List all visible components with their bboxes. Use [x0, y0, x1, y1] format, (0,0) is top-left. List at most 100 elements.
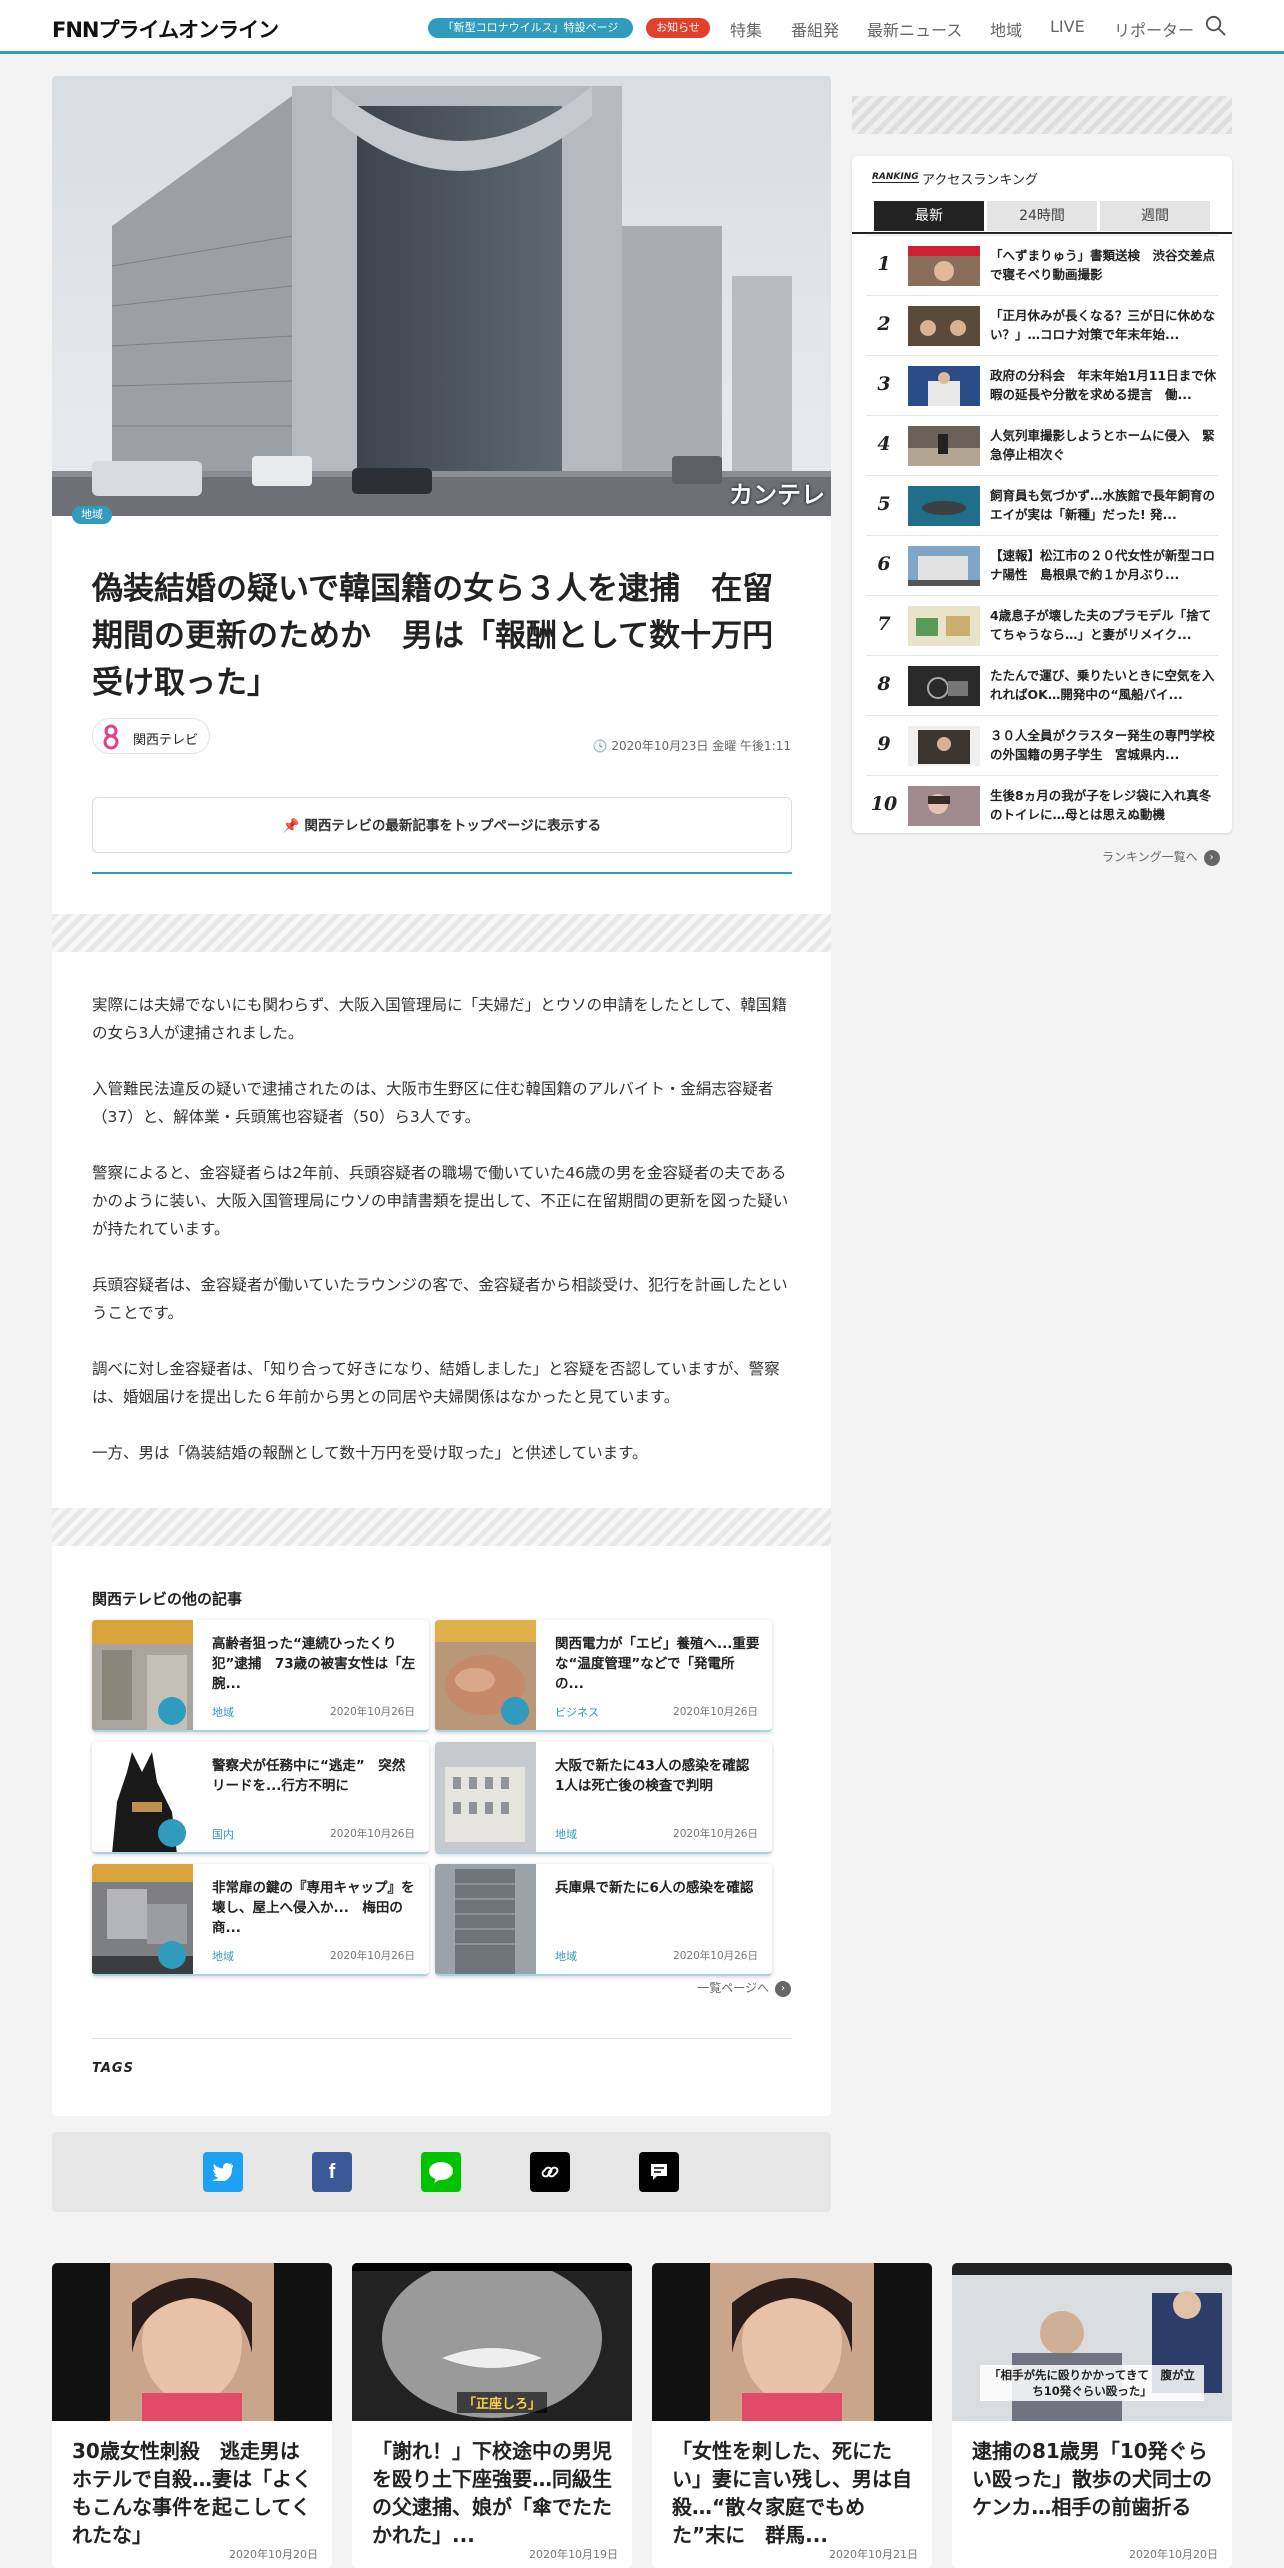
- recommended-card[interactable]: 30歳女性刺殺 逃走男はホテルで自殺…妻は「よくもこんな事件を起こしてくれたな」…: [52, 2263, 332, 2568]
- card-title: 逮捕の81歳男「10発ぐらい殴った」散歩の犬同士のケンカ…相手の前歯折る: [972, 2439, 1212, 2519]
- publish-date: 🕓 2020年10月23日 金曜 午後1:11: [592, 739, 791, 753]
- ranking-title: 飼育員も気づかず…水族館で長年飼育のエイが実は「新種」だった! 発...: [990, 488, 1216, 522]
- tab-24h[interactable]: 24時間: [987, 201, 1097, 231]
- nav-programs[interactable]: 番組発: [791, 17, 839, 41]
- ranking-item[interactable]: 4 人気列車撮影しようとホームに侵入 緊急停止相次ぐ: [866, 415, 1218, 475]
- watermark: カンテレ: [729, 481, 825, 509]
- nav-feature[interactable]: 特集: [730, 17, 762, 41]
- thumbnail: 「相手が先に殴りかかってきて 腹が立ち10発ぐらい殴った」: [952, 2263, 1232, 2421]
- related-article-card[interactable]: 警察犬が任務中に“逃走” 突然リードを...行方不明に 国内 2020年10月2…: [92, 1742, 429, 1854]
- source-badge[interactable]: 関西テレビ: [92, 718, 210, 754]
- rank-number: 7: [877, 613, 891, 635]
- category-badge[interactable]: 地域: [72, 506, 112, 524]
- thumbnail: [908, 666, 980, 706]
- thumbnail: [908, 246, 980, 286]
- article-hero-image: カンテレ: [52, 76, 831, 516]
- ranking-item[interactable]: 10 生後8ヵ月の我が子をレジ袋に入れ真冬のトイレに…母とは思えぬ動機: [866, 775, 1218, 835]
- related-title: 関西電力が「エビ」養殖へ...重要な“温度管理”などで「発電所の...: [555, 1636, 760, 1692]
- ranking-title: 【速報】松江市の２０代女性が新型コロナ陽性 島根県で約１か月ぶり...: [990, 548, 1216, 582]
- nav-latest-news[interactable]: 最新ニュース: [867, 17, 962, 41]
- tab-weekly[interactable]: 週間: [1100, 201, 1210, 231]
- related-category[interactable]: 地域: [212, 1704, 234, 1720]
- ranking-title: 生後8ヵ月の我が子をレジ袋に入れ真冬のトイレに…母とは思えぬ動機: [990, 788, 1212, 822]
- related-date: 2020年10月26日: [330, 1828, 415, 1840]
- rank-number: 4: [877, 433, 891, 455]
- ranking-item[interactable]: 3 政府の分科会 年末年始1月11日まで休暇の延長や分散を求める提言 働...: [866, 355, 1218, 415]
- related-date: 2020年10月26日: [330, 1950, 415, 1962]
- card-date: 2020年10月19日: [529, 2548, 618, 2561]
- video-icon: [158, 1819, 186, 1847]
- facebook-icon[interactable]: f: [312, 2152, 352, 2192]
- rank-number: 10: [870, 793, 898, 815]
- rank-number: 6: [877, 553, 891, 575]
- related-title: 兵庫県で新たに6人の感染を確認: [555, 1880, 754, 1896]
- ranking-item[interactable]: 7 4歳息子が壊した夫のプラモデル「捨ててちゃうなら…」と妻がリメイク...: [866, 595, 1218, 655]
- notice-link[interactable]: お知らせ: [646, 18, 710, 38]
- thumbnail: 「正座しろ」: [352, 2263, 632, 2421]
- nav-region[interactable]: 地域: [990, 17, 1022, 41]
- related-more-link[interactable]: 一覧ページへ ›: [697, 1979, 791, 1997]
- ranking-title: 4歳息子が壊した夫のプラモデル「捨ててちゃうなら…」と妻がリメイク...: [990, 608, 1212, 642]
- link-icon[interactable]: [530, 2152, 570, 2192]
- thumbnail: [908, 546, 980, 586]
- rank-number: 5: [877, 493, 891, 515]
- arrow-right-icon: ›: [775, 1980, 791, 1997]
- rank-number: 8: [877, 673, 891, 695]
- ranking-badge: RANKING: [872, 172, 919, 183]
- ranking-item[interactable]: 1 「へずまりゅう」書類送検 渋谷交差点で寝そべり動画撮影: [866, 235, 1218, 295]
- nav-live[interactable]: LIVE: [1050, 17, 1085, 36]
- related-title: 高齢者狙った“連続ひったくり犯”逮捕 73歳の被害女性は「左腕...: [212, 1636, 416, 1692]
- ranking-item[interactable]: 6 【速報】松江市の２０代女性が新型コロナ陽性 島根県で約１か月ぶり...: [866, 535, 1218, 595]
- thumbnail: [908, 426, 980, 466]
- ranking-more-link[interactable]: ランキング一覧へ ›: [1102, 848, 1220, 866]
- recommended-card[interactable]: 「相手が先に殴りかかってきて 腹が立ち10発ぐらい殴った」 逮捕の81歳男「10…: [952, 2263, 1232, 2568]
- ad-placeholder: [852, 96, 1232, 134]
- ranking-item[interactable]: 2 「正月休みが長くなる？三が日に休めない？」…コロナ対策で年末年始...: [866, 295, 1218, 355]
- comment-icon[interactable]: [639, 2152, 679, 2192]
- related-category[interactable]: 地域: [555, 1826, 577, 1842]
- ranking-title: 政府の分科会 年末年始1月11日まで休暇の延長や分散を求める提言 働...: [990, 368, 1217, 402]
- related-article-card[interactable]: 非常扉の鍵の『専用キャップ』を壊し、屋上へ侵入か... 梅田の商... 地域 2…: [92, 1864, 429, 1976]
- article-title: 偽装結婚の疑いで韓国籍の女ら３人を逮捕 在留期間の更新のためか 男は「報酬として…: [92, 571, 774, 701]
- access-ranking: RANKING アクセスランキング 最新 24時間 週間 1 「へずまりゅう」書類…: [852, 156, 1232, 833]
- related-article-card[interactable]: 高齢者狙った“連続ひったくり犯”逮捕 73歳の被害女性は「左腕... 地域 20…: [92, 1620, 429, 1732]
- video-icon: [158, 1697, 186, 1725]
- divider: [92, 2038, 792, 2039]
- related-article-card[interactable]: 大阪で新たに43人の感染を確認 1人は死亡後の検査で判明 地域 2020年10月…: [435, 1742, 772, 1854]
- paragraph: 入管難民法違反の疑いで逮捕されたのは、大阪市生野区に住む韓国籍のアルバイト・金絹…: [92, 1080, 774, 1126]
- site-logo[interactable]: FNNプライムオンライン: [52, 14, 279, 44]
- recommended-card[interactable]: 「正座しろ」 「謝れ！」下校途中の男児を殴り土下座強要…同級生の父逮捕、娘が「傘…: [352, 2263, 632, 2568]
- nav-reporter[interactable]: リポーター: [1114, 17, 1194, 41]
- image-caption: 「正座しろ」: [457, 2392, 548, 2413]
- related-article-card[interactable]: 関西電力が「エビ」養殖へ...重要な“温度管理”などで「発電所の... ビジネス…: [435, 1620, 772, 1732]
- related-category[interactable]: 地域: [212, 1948, 234, 1964]
- thumbnail: [908, 306, 980, 346]
- card-title: 「謝れ！」下校途中の男児を殴り土下座強要…同級生の父逮捕、娘が「傘でたたかれた」…: [372, 2439, 612, 2547]
- card-date: 2020年10月21日: [829, 2548, 918, 2561]
- ranking-item[interactable]: 8 たたんで運び、乗りたいときに空気を入れればOK…開発中の“風船バイ...: [866, 655, 1218, 715]
- clock-icon: 🕓: [592, 739, 608, 753]
- ranking-item[interactable]: 9 ３０人全員がクラスター発生の専門学校の外国籍の男子学生 宮城県内...: [866, 715, 1218, 775]
- article-body: 実際には夫婦でないにも関わらず、大阪入国管理局に「夫婦だ」とウソの申請をしたとし…: [92, 991, 792, 1495]
- tab-latest[interactable]: 最新: [874, 201, 984, 231]
- pin-source-button[interactable]: 📌 関西テレビの最新記事をトップページに表示する: [92, 797, 792, 853]
- ranking-title: 「正月休みが長くなる？三が日に休めない？」…コロナ対策で年末年始...: [990, 308, 1216, 342]
- search-icon[interactable]: [1204, 14, 1227, 37]
- paragraph: 兵頭容疑者は、金容疑者が働いていたラウンジの客で、金容疑者から相談受け、犯行を計…: [92, 1276, 788, 1322]
- rank-number: 9: [877, 733, 891, 755]
- paragraph: 警察によると、金容疑者らは2年前、兵頭容疑者の職場で働いていた46歳の男を金容疑…: [92, 1164, 789, 1238]
- thumbnail: [52, 2263, 332, 2421]
- related-category[interactable]: 地域: [555, 1948, 577, 1964]
- thumbnail: [908, 486, 980, 526]
- twitter-icon[interactable]: [203, 2152, 243, 2192]
- paragraph: 実際には夫婦でないにも関わらず、大阪入国管理局に「夫婦だ」とウソの申請をしたとし…: [92, 996, 787, 1042]
- covid-special-link[interactable]: 「新型コロナウイルス」特設ページ: [428, 18, 633, 38]
- related-article-card[interactable]: 兵庫県で新たに6人の感染を確認 地域 2020年10月26日: [435, 1864, 772, 1976]
- related-category[interactable]: 国内: [212, 1826, 234, 1842]
- thumbnail: [908, 786, 980, 826]
- line-icon[interactable]: [421, 2152, 461, 2192]
- ranking-item[interactable]: 5 飼育員も気づかず…水族館で長年飼育のエイが実は「新種」だった! 発...: [866, 475, 1218, 535]
- related-category[interactable]: ビジネス: [555, 1704, 599, 1720]
- recommended-card[interactable]: 「女性を刺した、死にたい」妻に言い残し、男は自殺…“散々家庭でもめた”末に 群馬…: [652, 2263, 932, 2568]
- thumbnail: [435, 1620, 536, 1730]
